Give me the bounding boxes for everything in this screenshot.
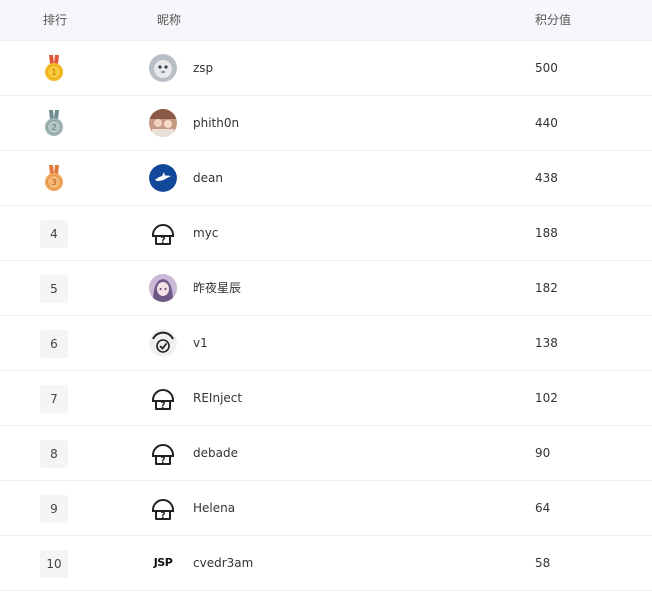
svg-text:?: ? bbox=[160, 511, 165, 521]
rank-number: 8 bbox=[40, 440, 68, 468]
rank-cell: 5 bbox=[40, 275, 68, 303]
avatar[interactable]: ? bbox=[149, 494, 177, 522]
bronze-medal-icon: 3 bbox=[45, 165, 63, 191]
gold-medal-icon: 1 bbox=[45, 55, 63, 81]
svg-text:?: ? bbox=[160, 456, 165, 466]
check-icon bbox=[149, 329, 177, 357]
photo-cat-icon bbox=[149, 54, 177, 82]
table-row[interactable]: 7 ? REInject 102 bbox=[0, 371, 652, 426]
nickname[interactable]: zsp bbox=[193, 61, 213, 75]
score: 182 bbox=[535, 281, 558, 295]
rank-number: 5 bbox=[40, 275, 68, 303]
rank-column-header: 排行 bbox=[43, 13, 68, 27]
rank-cell: 9 bbox=[40, 495, 68, 523]
table-row[interactable]: 2 phith0n 440 bbox=[0, 96, 652, 151]
rank-cell: 6 bbox=[40, 330, 68, 358]
table-row[interactable]: 3 dean 438 bbox=[0, 151, 652, 206]
score: 102 bbox=[535, 391, 558, 405]
svg-text:?: ? bbox=[160, 236, 165, 246]
rank-number: 9 bbox=[40, 495, 68, 523]
table-row[interactable]: 10 JSP cvedr3am 58 bbox=[0, 536, 652, 591]
default-hat-icon: ? bbox=[149, 384, 177, 412]
avatar[interactable] bbox=[149, 54, 177, 82]
rank-number: 6 bbox=[40, 330, 68, 358]
avatar[interactable] bbox=[149, 274, 177, 302]
anime-girl-icon bbox=[149, 274, 177, 302]
nickname[interactable]: debade bbox=[193, 446, 238, 460]
score: 438 bbox=[535, 171, 558, 185]
nickname[interactable]: Helena bbox=[193, 501, 235, 515]
rank-cell: 2 bbox=[40, 110, 68, 138]
nickname[interactable]: cvedr3am bbox=[193, 556, 253, 570]
nickname[interactable]: myc bbox=[193, 226, 218, 240]
rank-cell: 7 bbox=[40, 385, 68, 413]
svg-text:?: ? bbox=[160, 401, 165, 411]
medal-rank: 1 bbox=[51, 68, 56, 77]
table-row[interactable]: 5 昨夜星辰 182 bbox=[0, 261, 652, 316]
default-hat-icon: ? bbox=[149, 494, 177, 522]
silver-medal-icon: 2 bbox=[45, 110, 63, 136]
avatar[interactable]: ? bbox=[149, 439, 177, 467]
table-row[interactable]: 8 ? debade 90 bbox=[0, 426, 652, 481]
rank-cell: 3 bbox=[40, 165, 68, 193]
score: 58 bbox=[535, 556, 551, 570]
rank-number: 7 bbox=[40, 385, 68, 413]
photo-people-icon bbox=[149, 109, 177, 137]
nickname-column-header: 昵称 bbox=[157, 13, 182, 27]
score: 188 bbox=[535, 226, 558, 240]
avatar[interactable]: ? bbox=[149, 384, 177, 412]
blue-shark-icon bbox=[149, 164, 177, 192]
table-row[interactable]: 4 ? myc 188 bbox=[0, 206, 652, 261]
medal-rank: 3 bbox=[51, 178, 56, 187]
avatar[interactable] bbox=[149, 329, 177, 357]
score: 64 bbox=[535, 501, 551, 515]
rank-cell: 10 bbox=[40, 550, 68, 578]
score: 90 bbox=[535, 446, 551, 460]
nickname[interactable]: v1 bbox=[193, 336, 208, 350]
rank-number: 10 bbox=[40, 550, 68, 578]
avatar[interactable] bbox=[149, 164, 177, 192]
table-row[interactable]: 9 ? Helena 64 bbox=[0, 481, 652, 536]
table-header: 排行 昵称 积分值 bbox=[0, 0, 652, 41]
table-row[interactable]: 6 v1 138 bbox=[0, 316, 652, 371]
score: 500 bbox=[535, 61, 558, 75]
default-hat-icon: ? bbox=[149, 439, 177, 467]
leaderboard: 排行 昵称 积分值 1 zsp 500 2 phith0n 440 3 dean… bbox=[0, 0, 652, 592]
score: 138 bbox=[535, 336, 558, 350]
nickname[interactable]: dean bbox=[193, 171, 223, 185]
table-row[interactable]: 1 zsp 500 bbox=[0, 41, 652, 96]
rank-number: 4 bbox=[40, 220, 68, 248]
default-hat-icon: ? bbox=[149, 219, 177, 247]
score-column-header: 积分值 bbox=[535, 13, 572, 27]
rank-cell: 4 bbox=[40, 220, 68, 248]
avatar[interactable] bbox=[149, 109, 177, 137]
nickname[interactable]: phith0n bbox=[193, 116, 239, 130]
medal-rank: 2 bbox=[51, 123, 56, 132]
nickname[interactable]: REInject bbox=[193, 391, 242, 405]
avatar[interactable]: ? bbox=[149, 219, 177, 247]
jsp-logo[interactable]: JSP bbox=[149, 549, 177, 577]
score: 440 bbox=[535, 116, 558, 130]
rank-cell: 1 bbox=[40, 55, 68, 83]
rank-cell: 8 bbox=[40, 440, 68, 468]
nickname[interactable]: 昨夜星辰 bbox=[193, 281, 241, 295]
